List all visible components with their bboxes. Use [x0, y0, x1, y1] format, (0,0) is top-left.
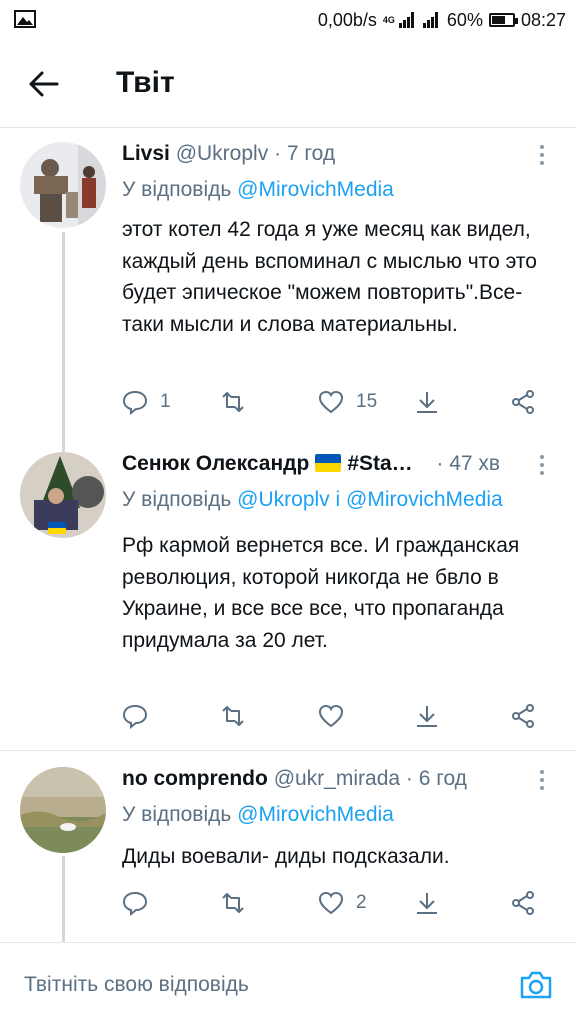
retweet-icon	[222, 392, 244, 412]
username[interactable]: @Ukroplv	[176, 142, 269, 165]
like-count: 15	[356, 391, 378, 412]
avatar[interactable]	[20, 767, 106, 853]
like-button[interactable]: 2	[318, 885, 367, 921]
tweet-header: Сенюк Олександр #Sta… · 47 хв	[122, 452, 501, 475]
reply-icon	[122, 390, 148, 415]
status-bar: 0,00b/s 4G 60% 08:27	[0, 0, 576, 40]
like-count: 2	[356, 892, 367, 913]
tweet[interactable]: no comprendo @ukr_mirada · 6 год У відпо…	[0, 751, 576, 941]
more-button[interactable]	[530, 450, 554, 480]
share-icon	[512, 390, 534, 414]
signal-icon	[398, 12, 417, 28]
camera-button[interactable]	[516, 965, 556, 1005]
back-arrow-icon	[29, 71, 59, 97]
tweet-actions: 2	[122, 885, 546, 921]
clock: 08:27	[520, 9, 566, 30]
reply-icon	[122, 891, 148, 916]
page-title: Твіт	[116, 66, 175, 99]
bookmark-button[interactable]	[414, 384, 440, 420]
retweet-button[interactable]	[220, 885, 258, 921]
back-button[interactable]	[22, 62, 66, 106]
status-indicators: 0,00b/s 4G 60% 08:27	[318, 8, 566, 32]
retweet-button[interactable]	[220, 384, 258, 420]
bookmark-button[interactable]	[414, 698, 440, 734]
battery-percent: 60%	[446, 9, 483, 30]
display-name[interactable]: Сенюк Олександр	[122, 452, 309, 475]
more-button[interactable]	[530, 765, 554, 795]
display-name[interactable]: no comprendo	[122, 767, 268, 790]
retweet-button[interactable]	[220, 698, 258, 734]
timestamp[interactable]: 47 хв	[449, 452, 500, 475]
bookmark-download-icon	[417, 392, 437, 413]
like-button[interactable]: 15	[318, 384, 377, 420]
bookmark-download-icon	[417, 893, 437, 914]
retweet-icon	[222, 706, 244, 726]
ukraine-flag-icon	[315, 454, 342, 472]
username[interactable]: @ukr_mirada	[274, 767, 400, 790]
reply-composer: Твітніть свою відповідь	[0, 942, 576, 1024]
more-button[interactable]	[530, 140, 554, 170]
signal-icon	[422, 12, 441, 28]
share-icon	[512, 704, 534, 728]
share-button[interactable]	[510, 698, 536, 734]
tweet-header: no comprendo @ukr_mirada · 6 год	[122, 767, 467, 790]
more-icon	[540, 455, 544, 459]
bookmark-download-icon	[417, 706, 437, 727]
more-icon	[540, 770, 544, 774]
display-name-hashtag[interactable]: #Sta…	[347, 452, 412, 475]
mention-link[interactable]: @MirovichMedia	[346, 488, 503, 511]
tweet-text: этот котел 42 года я уже месяц как видел…	[122, 218, 537, 336]
tweet-text: Диды воевали- диды подсказали.	[122, 845, 450, 868]
reply-button[interactable]	[122, 698, 160, 734]
reply-button[interactable]	[122, 885, 160, 921]
reply-count: 1	[160, 391, 171, 412]
like-icon	[318, 704, 344, 728]
mention-link[interactable]: @MirovichMedia	[237, 803, 394, 826]
avatar[interactable]	[20, 452, 106, 538]
tweet[interactable]: Livsi @Ukroplv · 7 год У відповідь @Miro…	[0, 128, 576, 438]
share-button[interactable]	[510, 384, 536, 420]
share-button[interactable]	[510, 885, 536, 921]
reply-context: У відповідь @MirovichMedia	[122, 803, 394, 826]
tweet[interactable]: Сенюк Олександр #Sta… · 47 хв У відповідь…	[0, 438, 576, 748]
network-speed: 0,00b/s	[317, 9, 377, 30]
display-name[interactable]: Livsi	[122, 142, 170, 165]
battery-icon	[488, 13, 518, 27]
gallery-icon	[14, 10, 36, 28]
timestamp[interactable]: 6 год	[419, 767, 467, 790]
share-icon	[512, 891, 534, 915]
retweet-icon	[222, 893, 244, 913]
tweet-text: Рф кармой вернется все. И гражданская ре…	[122, 534, 520, 652]
camera-icon	[520, 971, 552, 999]
like-icon	[318, 891, 344, 915]
network-type: 4G	[382, 15, 395, 25]
reply-input[interactable]: Твітніть свою відповідь	[24, 973, 249, 997]
tweet-header: Livsi @Ukroplv · 7 год	[122, 142, 336, 165]
like-icon	[318, 390, 344, 414]
reply-button[interactable]: 1	[122, 384, 171, 420]
timestamp[interactable]: 7 год	[287, 142, 335, 165]
reply-context: У відповідь @MirovichMedia	[122, 178, 394, 201]
mention-link[interactable]: @Ukroplv	[237, 488, 330, 511]
header: Твіт	[0, 40, 576, 128]
tweet-actions	[122, 698, 546, 734]
avatar[interactable]	[20, 142, 106, 228]
tweet-actions: 1 15	[122, 384, 546, 420]
like-button[interactable]	[318, 698, 356, 734]
more-icon	[540, 145, 544, 149]
bookmark-button[interactable]	[414, 885, 440, 921]
mention-link[interactable]: @MirovichMedia	[237, 178, 394, 201]
reply-context: У відповідь @Ukroplv і @MirovichMedia	[122, 488, 503, 511]
reply-icon	[122, 704, 148, 729]
